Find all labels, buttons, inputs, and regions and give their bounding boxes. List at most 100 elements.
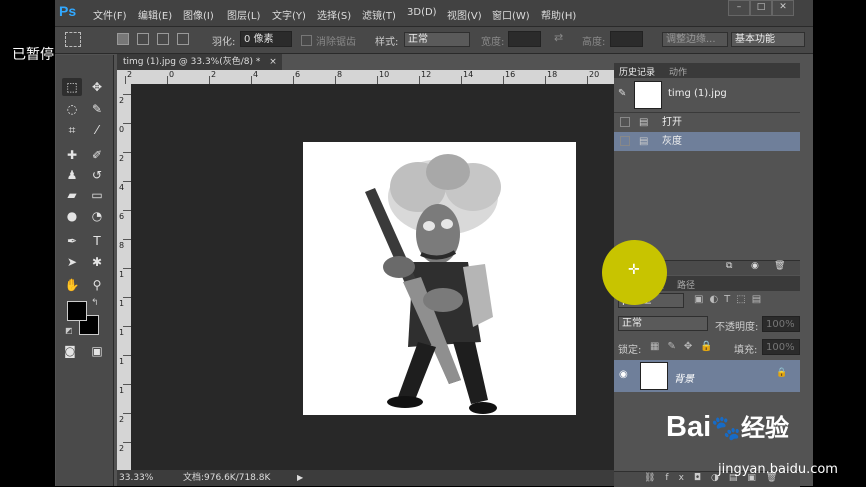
menu-filter[interactable]: 滤镜(T) [362, 7, 396, 22]
delete-state-icon[interactable]: 🗑 [774, 261, 785, 271]
close-button[interactable]: ✕ [772, 0, 794, 16]
custom-shape-tool-icon[interactable]: ✱ [87, 253, 107, 271]
menu-3d[interactable]: 3D(D) [407, 7, 437, 18]
ruler-vertical[interactable]: 2 0 2 4 6 8 1 1 1 1 1 2 2 [117, 84, 131, 470]
new-document-from-state-icon[interactable]: ⧉ [726, 261, 732, 271]
menu-help[interactable]: 帮助(H) [541, 7, 576, 22]
zoom-level[interactable]: 33.33% [119, 470, 153, 486]
ruler-tick [419, 76, 420, 84]
menu-view[interactable]: 视图(V) [447, 7, 482, 22]
rectangular-marquee-tool-icon[interactable]: ⬚ [62, 78, 82, 96]
type-tool-icon[interactable]: T [87, 232, 107, 250]
maximize-button[interactable]: □ [750, 0, 772, 16]
feather-label: 羽化: [212, 37, 236, 48]
menu-file[interactable]: 文件(F) [93, 7, 127, 22]
ruler-label: 2 [119, 154, 125, 163]
cursor-highlight: ✛ [602, 240, 667, 305]
menu-window[interactable]: 窗口(W) [492, 7, 530, 22]
path-selection-tool-icon[interactable]: ➤ [62, 253, 82, 271]
clone-stamp-tool-icon[interactable]: ♟ [62, 166, 82, 184]
move-tool-icon[interactable]: ✥ [87, 78, 107, 96]
foreground-color-swatch[interactable] [67, 301, 87, 321]
ruler-tick [123, 442, 131, 443]
tab-paths[interactable]: 路径 [677, 278, 695, 291]
quick-selection-tool-icon[interactable]: ✎ [87, 100, 107, 118]
ruler-horizontal[interactable]: 20246810121416182022 [117, 70, 664, 84]
gradient-tool-icon[interactable]: ▭ [87, 186, 107, 204]
menu-layer[interactable]: 图层(L) [227, 7, 260, 22]
lasso-tool-icon[interactable]: ◌ [62, 100, 82, 118]
width-label: 宽度: [481, 37, 505, 48]
opacity-input[interactable]: 100% [762, 316, 800, 332]
workspace-select[interactable]: 基本功能 [731, 32, 805, 47]
menu-edit[interactable]: 编辑(E) [138, 7, 172, 22]
cartoon-character-image [365, 154, 501, 414]
layer-row-background[interactable]: ◉ 背景 🔒 [614, 360, 800, 392]
history-step-checkbox[interactable] [620, 117, 630, 127]
swap-colors-icon[interactable]: ↰ [91, 298, 99, 308]
quick-mask-icon[interactable]: ◙ [60, 342, 80, 360]
screen-mode-icon[interactable]: ▣ [87, 342, 107, 360]
canvas-workspace[interactable] [131, 84, 664, 470]
marquee-tool-preset-icon[interactable] [65, 32, 81, 47]
menu-image[interactable]: 图像(I) [183, 7, 214, 22]
history-step-checkbox[interactable] [620, 136, 630, 146]
hand-tool-icon[interactable]: ✋ [62, 276, 82, 294]
ruler-label: 16 [505, 70, 516, 79]
swap-icon[interactable]: ⇄ [554, 31, 563, 44]
menu-type[interactable]: 文字(Y) [272, 7, 306, 22]
lock-options-icons[interactable]: ▦✎✥🔒 [650, 341, 721, 352]
eyedropper-tool-icon[interactable]: ⁄ [87, 121, 107, 139]
ruler-label: 4 [119, 183, 125, 192]
fill-input[interactable]: 100% [762, 339, 800, 355]
ruler-tick [123, 123, 131, 124]
document-tab[interactable]: timg (1).jpg @ 33.3%(灰色/8) * × [117, 54, 282, 70]
blend-mode-select[interactable]: 正常 [618, 316, 708, 331]
tab-actions[interactable]: 动作 [669, 65, 687, 78]
history-brush-source-icon[interactable]: ✎ [618, 88, 626, 99]
style-select[interactable]: 正常 [404, 32, 470, 47]
width-input[interactable] [508, 31, 541, 47]
ruler-label: 1 [119, 386, 125, 395]
feather-input[interactable]: 0 像素 [240, 31, 292, 47]
ruler-tick [293, 76, 294, 84]
brush-tool-icon[interactable]: ✐ [87, 146, 107, 164]
document-image[interactable] [303, 142, 576, 415]
dodge-tool-icon[interactable]: ◔ [87, 207, 107, 225]
layer-thumbnail [640, 362, 668, 390]
blur-tool-icon[interactable]: ● [62, 207, 82, 225]
layer-name: 背景 [674, 374, 694, 385]
ruler-tick [123, 297, 131, 298]
spot-healing-tool-icon[interactable]: ✚ [62, 146, 82, 164]
tools-panel: ⬚ ✥ ◌ ✎ ⌗ ⁄ ✚ ✐ ♟ ↺ ▰ ▭ ● ◔ ✒ T ➤ ✱ ✋ ⚲ … [56, 55, 114, 486]
ruler-label: 20 [589, 70, 600, 79]
subtract-selection-icon[interactable] [157, 33, 169, 45]
menu-select[interactable]: 选择(S) [317, 7, 351, 22]
crop-tool-icon[interactable]: ⌗ [62, 121, 82, 139]
status-bar: 33.33% 文档:976.6K/718.8K ▶ [117, 470, 664, 486]
tab-history[interactable]: 历史记录 [619, 65, 655, 78]
default-colors-icon[interactable]: ◩ [65, 326, 73, 335]
layer-filter-icons[interactable]: ▣◐T⬚▤ [694, 294, 767, 305]
new-snapshot-icon[interactable]: ◉ [751, 261, 759, 271]
minimize-button[interactable]: – [728, 0, 750, 16]
height-input[interactable] [610, 31, 643, 47]
intersect-selection-icon[interactable] [177, 33, 189, 45]
antialias-checkbox[interactable] [301, 35, 312, 46]
pen-tool-icon[interactable]: ✒ [62, 232, 82, 250]
new-selection-icon[interactable] [117, 33, 129, 45]
history-brush-tool-icon[interactable]: ↺ [87, 166, 107, 184]
history-step-grayscale[interactable]: ▤ 灰度 [614, 132, 800, 151]
close-tab-icon[interactable]: × [269, 57, 277, 67]
status-menu-arrow-icon[interactable]: ▶ [297, 470, 303, 486]
add-selection-icon[interactable] [137, 33, 149, 45]
zoom-tool-icon[interactable]: ⚲ [87, 276, 107, 294]
history-step-open[interactable]: ▤ 打开 [614, 112, 800, 132]
refine-edge-button[interactable]: 调整边缘... [662, 32, 728, 47]
ruler-label: 2 [119, 96, 125, 105]
eraser-tool-icon[interactable]: ▰ [62, 186, 82, 204]
history-snapshot-row[interactable]: ✎ timg (1).jpg [614, 78, 800, 114]
eye-visibility-icon[interactable]: ◉ [619, 369, 628, 380]
style-label: 样式: [375, 37, 399, 48]
ruler-tick [503, 76, 504, 84]
